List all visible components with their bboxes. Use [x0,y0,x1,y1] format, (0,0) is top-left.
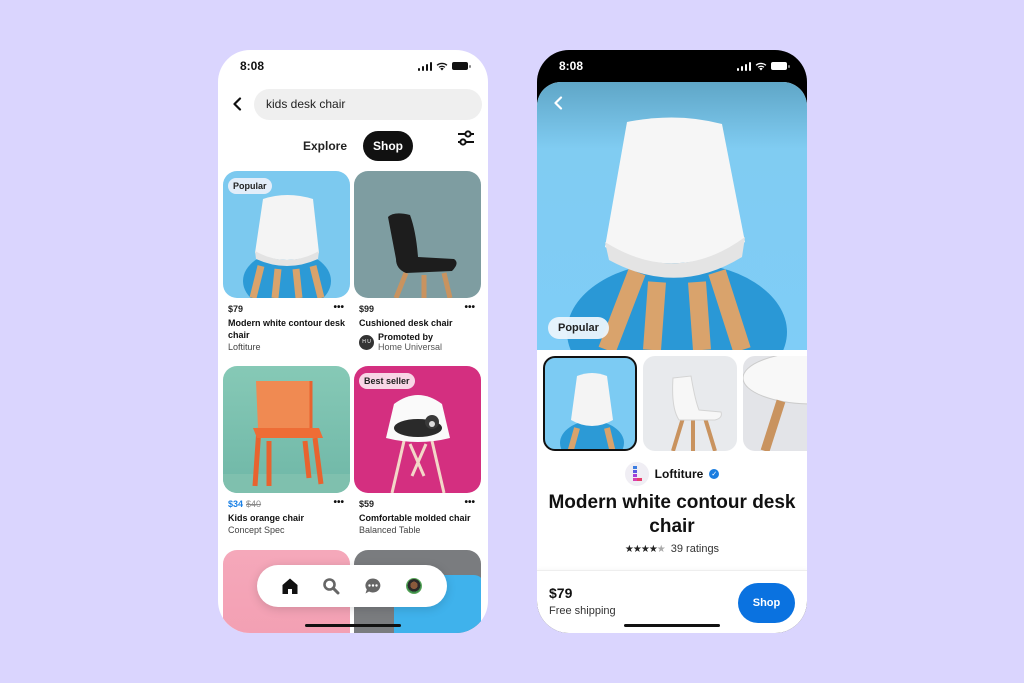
product-title: Cushioned desk chair [359,318,453,328]
home-indicator [305,624,401,627]
popular-badge: Popular [548,317,609,339]
bottom-nav [257,565,447,607]
product-detail: Popular Loftiture ✓ Modern white contour… [537,82,807,633]
popular-badge: Popular [228,178,272,194]
product-rating[interactable]: ★★★★★ 39 ratings [537,543,807,555]
promoter-logo: H U [359,334,374,350]
sale-price: $34 [228,499,244,509]
product-image[interactable] [223,366,350,493]
nav-search[interactable] [320,575,342,597]
product-price: $79 [228,304,244,314]
signal-icon [736,61,751,71]
merchant-info[interactable]: Loftiture ✓ [537,462,807,486]
product-image[interactable]: Popular [223,171,350,298]
product-title: Comfortable molded chair [359,513,471,523]
avatar [406,578,423,594]
product-title: Modern white contour desk chair [548,492,796,537]
chevron-left-icon [233,97,242,111]
battery-icon [452,62,471,70]
status-icons [417,61,471,71]
more-options-icon[interactable]: ••• [333,497,344,509]
nav-home[interactable] [279,575,301,597]
status-bar: 8:08 [537,50,807,82]
star-rating-icon: ★★★★★ [624,543,666,555]
nav-profile[interactable] [403,575,425,597]
status-bar: 8:08 [218,50,488,82]
search-icon [323,578,340,595]
battery-icon [771,62,790,70]
signal-icon [417,61,432,71]
product-price: $59 [359,499,375,509]
wifi-icon [436,62,448,70]
tab-shop[interactable]: Shop [363,131,413,161]
thumbnail-chair-side[interactable] [643,356,737,451]
verified-icon: ✓ [709,469,720,479]
thumbnail-image [743,356,807,451]
more-options-icon[interactable]: ••• [464,302,475,314]
product-card[interactable]: Popular $79 ••• Modern white contour des… [223,171,350,353]
search-row: kids desk chair [230,88,482,120]
price: $79 [549,585,573,601]
sliders-icon [458,130,474,146]
product-seller: Concept Spec [228,525,285,535]
thumbnail-carousel [543,356,807,451]
tab-explore[interactable]: Explore [293,131,357,161]
product-price: $99 [359,304,375,314]
more-options-icon[interactable]: ••• [464,497,475,509]
product-image[interactable] [354,171,481,298]
more-options-icon[interactable]: ••• [333,302,344,314]
product-title: Kids orange chair [228,513,305,523]
product-card[interactable]: Best seller $59 ••• Comfortable molded c… [354,366,481,536]
hero-image[interactable]: Popular [537,82,807,350]
filter-button[interactable] [456,128,476,148]
tab-bar: Explore Shop [218,130,488,162]
status-time: 8:08 [559,59,584,73]
back-button[interactable] [230,94,244,114]
search-input[interactable]: kids desk chair [254,88,482,120]
product-card[interactable]: $99 ••• Cushioned desk chair H U Promote… [354,171,481,352]
status-time: 8:08 [240,59,265,73]
product-seller: Loftiture [228,342,261,352]
promoted-label: Promoted by [378,332,434,342]
ratings-count: 39 ratings [670,543,720,555]
back-button[interactable] [553,96,567,112]
orange-chair-image [223,381,350,493]
home-indicator [624,624,720,627]
chevron-left-icon [554,96,563,110]
best-seller-badge: Best seller [359,373,415,389]
product-image[interactable]: Best seller [354,366,481,493]
white-chair-hero-image [567,117,787,350]
thumbnail-image [560,373,624,449]
thumbnail-chair-front[interactable] [543,356,637,451]
shipping-info: Free shipping [549,605,616,617]
black-chair-image [388,213,457,298]
chat-bubble-icon [365,578,381,594]
search-results-phone: 8:08 kids desk chair Explore Shop Popula… [218,50,488,633]
merchant-logo [624,462,649,486]
nav-messages[interactable] [362,575,384,597]
product-detail-phone: 8:08 Popular Loftiture ✓ Modern white co… [537,50,807,633]
wifi-icon [755,62,767,70]
product-card[interactable]: $34 $40 ••• Kids orange chair Concept Spe… [223,366,350,536]
thumbnail-image [671,375,722,451]
merchant-name: Loftiture [654,467,704,481]
promoted-by[interactable]: H U Promoted by Home Universal [359,332,476,352]
product-title: Modern white contour desk chair [228,318,346,340]
promoter-name: Home Universal [378,342,443,352]
thumbnail-chair-closeup[interactable] [743,356,807,451]
status-icons [736,61,790,71]
product-price: $34 $40 [228,498,345,510]
shop-button[interactable]: Shop [738,583,795,623]
home-icon [282,578,298,594]
product-seller: Balanced Table [359,525,421,535]
original-price: $40 [246,499,262,509]
